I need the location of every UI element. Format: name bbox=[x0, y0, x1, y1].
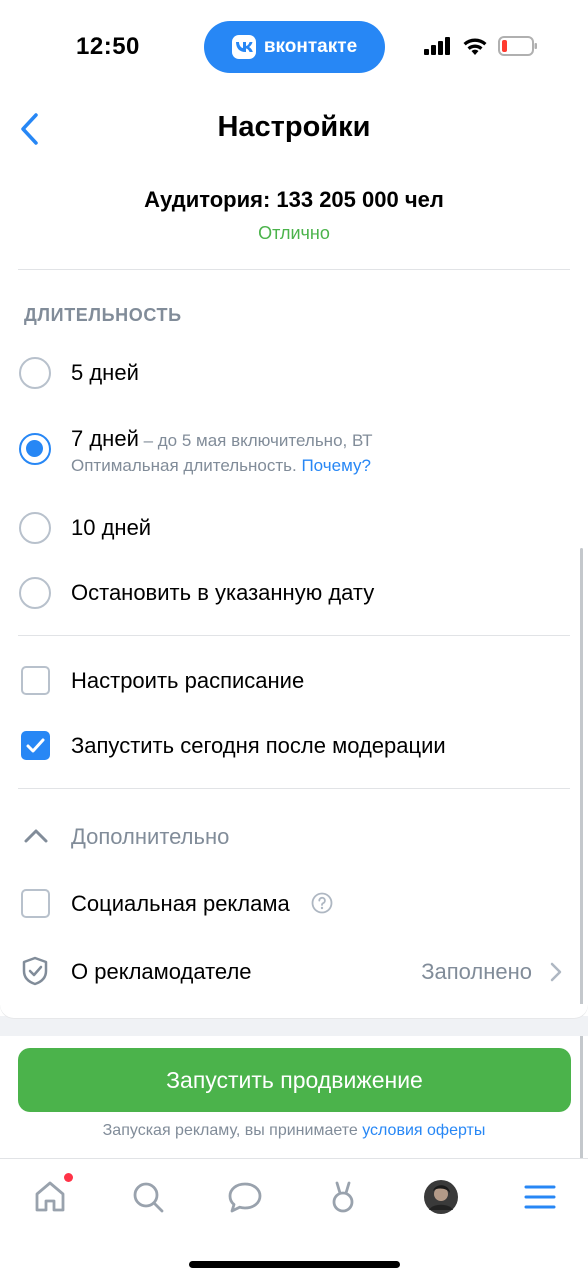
option-date-range: – до 5 мая включительно, ВТ bbox=[138, 431, 373, 450]
option-label-row: 7 дней – до 5 мая включительно, ВТ bbox=[71, 426, 373, 452]
vk-app-pill[interactable]: вконтакте bbox=[204, 21, 385, 73]
option-label: О рекламодателе bbox=[71, 959, 252, 984]
hamburger-menu-icon bbox=[524, 1185, 556, 1209]
option-hint: Оптимальная длительность. bbox=[71, 456, 297, 475]
home-indicator bbox=[189, 1261, 400, 1268]
option-label: Запустить сегодня после модерации bbox=[71, 733, 446, 758]
checkbox[interactable] bbox=[21, 889, 50, 918]
nav-header: Настройки bbox=[0, 95, 588, 165]
start-today-row[interactable]: Запустить сегодня после модерации bbox=[0, 727, 588, 767]
message-bubble-icon bbox=[228, 1182, 262, 1213]
tab-clips[interactable] bbox=[321, 1175, 365, 1219]
divider bbox=[18, 788, 570, 789]
advertiser-info-row[interactable]: О рекламодателе Заполнено bbox=[0, 950, 588, 994]
clock: 12:50 bbox=[76, 33, 140, 60]
audience-status: Отлично bbox=[258, 223, 330, 243]
additional-toggle[interactable]: Дополнительно bbox=[0, 818, 588, 858]
terms-text: Запуская рекламу, вы принимаете условия … bbox=[0, 1122, 588, 1140]
divider bbox=[18, 269, 570, 270]
vk-pill-label: вконтакте bbox=[263, 36, 358, 57]
additional-title: Дополнительно bbox=[71, 824, 230, 849]
duration-section-title: ДЛИТЕЛЬНОСТЬ bbox=[24, 305, 182, 325]
duration-option-10-days[interactable]: 10 дней bbox=[0, 507, 588, 551]
radio-button-selected[interactable] bbox=[19, 433, 51, 465]
social-ad-row[interactable]: Социальная реклама bbox=[0, 884, 588, 924]
tab-search[interactable] bbox=[126, 1175, 170, 1219]
option-label: 7 дней bbox=[71, 426, 139, 451]
tab-home[interactable] bbox=[28, 1173, 73, 1219]
card-bottom-edge bbox=[0, 1004, 588, 1018]
divider bbox=[18, 635, 570, 636]
chevron-up-icon bbox=[24, 829, 48, 843]
footer-separator bbox=[0, 1016, 588, 1036]
duration-option-5-days[interactable]: 5 дней bbox=[0, 352, 588, 396]
terms-link[interactable]: условия оферты bbox=[362, 1122, 485, 1139]
launch-promotion-button[interactable]: Запустить продвижение bbox=[18, 1048, 571, 1112]
clips-icon bbox=[332, 1181, 354, 1213]
page-title: Настройки bbox=[217, 111, 371, 143]
avatar bbox=[424, 1180, 458, 1214]
audience-size: Аудитория: 133 205 000 чел bbox=[144, 187, 444, 212]
tab-menu[interactable] bbox=[518, 1175, 562, 1219]
checkbox-checked[interactable] bbox=[21, 731, 50, 760]
custom-schedule-row[interactable]: Настроить расписание bbox=[0, 662, 588, 702]
advertiser-status: Заполнено bbox=[421, 959, 532, 984]
duration-option-7-days[interactable]: 7 дней – до 5 мая включительно, ВТ Оптим… bbox=[0, 420, 588, 482]
terms-label: Запуская рекламу, вы принимаете bbox=[102, 1122, 358, 1139]
checkmark-icon bbox=[26, 738, 45, 753]
option-label: Остановить в указанную дату bbox=[71, 580, 375, 605]
option-label: 10 дней bbox=[71, 515, 152, 540]
shield-check-icon bbox=[22, 956, 48, 986]
vk-logo-icon bbox=[231, 35, 256, 59]
system-indicators bbox=[424, 36, 538, 56]
search-icon bbox=[133, 1182, 164, 1213]
wifi-icon bbox=[463, 38, 487, 55]
option-label: Социальная реклама bbox=[71, 891, 290, 916]
option-hint-row: Оптимальная длительность. Почему? bbox=[71, 456, 371, 476]
duration-option-custom-date[interactable]: Остановить в указанную дату bbox=[0, 572, 588, 616]
status-bar: 12:50 вконтакте bbox=[0, 0, 588, 92]
radio-button[interactable] bbox=[19, 512, 51, 544]
chevron-right-icon bbox=[550, 962, 562, 982]
scrollbar[interactable] bbox=[580, 548, 583, 1160]
radio-button[interactable] bbox=[19, 357, 51, 389]
why-link[interactable]: Почему? bbox=[301, 456, 370, 475]
battery-low-icon bbox=[498, 36, 537, 56]
radio-button[interactable] bbox=[19, 577, 51, 609]
option-label: 5 дней bbox=[71, 360, 139, 385]
help-circle-icon[interactable] bbox=[311, 892, 333, 914]
notification-dot bbox=[64, 1173, 73, 1182]
option-label: Настроить расписание bbox=[71, 668, 305, 693]
tab-profile[interactable] bbox=[419, 1175, 463, 1219]
tab-messages[interactable] bbox=[223, 1175, 267, 1219]
cellular-signal-icon bbox=[424, 37, 450, 55]
checkbox[interactable] bbox=[21, 666, 50, 695]
home-icon bbox=[35, 1181, 65, 1212]
